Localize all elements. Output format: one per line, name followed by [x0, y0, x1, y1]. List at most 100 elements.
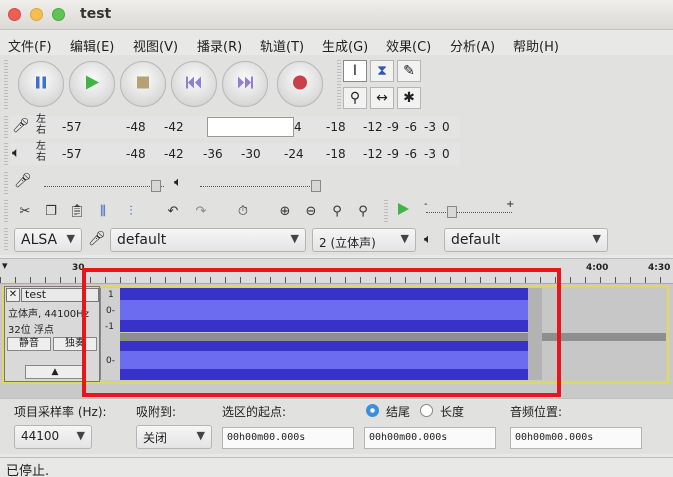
meter-tick: -36	[203, 147, 223, 161]
skip-to-start-button[interactable]	[171, 61, 217, 107]
snap-to-select[interactable]: 关闭 ▼	[136, 425, 212, 449]
track-close-button[interactable]: ✕	[6, 288, 20, 302]
close-window-button[interactable]	[8, 8, 21, 21]
meter-tick: -18	[326, 147, 346, 161]
play-speed-slider[interactable]	[426, 212, 512, 213]
tools-grip[interactable]	[337, 60, 341, 110]
record-meter[interactable]: 🎤︎ 左 右 -57 -48 -42 4 -18 -12 -9 -6 -3 0	[10, 115, 460, 138]
play-device-icon: 🔈︎	[424, 232, 432, 247]
clock-icon: ⏱	[237, 203, 249, 219]
menu-view[interactable]: 视图(V)	[133, 36, 178, 55]
play-at-speed-button[interactable]	[392, 200, 414, 222]
menu-edit[interactable]: 编辑(E)	[70, 36, 114, 55]
speaker-icon: 🔈︎	[12, 145, 21, 161]
double-arrow-icon: ↔	[376, 90, 388, 106]
record-volume-slider[interactable]	[44, 186, 164, 187]
project-rate-value: 44100	[21, 429, 60, 443]
silence-icon: ⫶	[129, 203, 133, 219]
copy-icon: ❐	[45, 203, 57, 219]
project-rate-select[interactable]: 44100 ▼	[14, 425, 92, 449]
meter-tick: -12	[363, 120, 383, 134]
play-device-select[interactable]: default ▼	[444, 228, 608, 252]
zoom-tool-button[interactable]: ⚲	[343, 87, 367, 109]
draw-tool-button[interactable]: ✎	[397, 60, 421, 82]
play-meter-grip[interactable]	[4, 143, 8, 165]
menu-file[interactable]: 文件(F)	[8, 36, 52, 55]
length-radio[interactable]	[420, 404, 433, 417]
skip-to-end-button[interactable]	[222, 61, 268, 107]
timeline-label: 4:30	[648, 263, 671, 273]
menu-transport[interactable]: 播录(R)	[197, 36, 242, 55]
device-toolbar-grip[interactable]	[4, 228, 8, 252]
zoom-in-button[interactable]: ⊕	[274, 200, 296, 222]
undo-button[interactable]: ↶	[162, 200, 184, 222]
cut-button[interactable]: ✂	[14, 200, 36, 222]
snap-to-value: 关闭	[143, 431, 168, 445]
chevron-down-icon: ▼	[66, 232, 75, 245]
edit-toolbar-grip[interactable]	[4, 200, 8, 222]
track-info-format: 立体声, 44100Hz	[8, 309, 89, 320]
audio-position-field[interactable]: 00h00m00.000s	[510, 427, 642, 449]
selection-tool-button[interactable]: I	[343, 60, 367, 82]
fit-selection-button[interactable]: ⚲	[326, 200, 348, 222]
chevron-down-icon: ▼	[592, 232, 601, 245]
play-volume-slider[interactable]	[200, 186, 320, 187]
length-radio-label: 长度	[440, 405, 465, 419]
envelope-tool-button[interactable]: ⧗	[370, 60, 394, 82]
meter-tick: -9	[387, 120, 399, 134]
meter-tick: -9	[387, 147, 399, 161]
record-device-select[interactable]: default ▼	[110, 228, 306, 252]
audio-host-value: ALSA	[21, 232, 58, 248]
selection-end-field[interactable]: 00h00m00.000s	[364, 427, 496, 449]
collapse-track-button[interactable]: ▲	[25, 365, 85, 379]
record-volume-thumb[interactable]	[150, 180, 161, 192]
paste-button[interactable]: 📋︎	[66, 200, 88, 222]
menu-effect[interactable]: 效果(C)	[386, 36, 431, 55]
menu-tracks[interactable]: 轨道(T)	[260, 36, 304, 55]
play-volume-icon: 🔈︎	[174, 175, 182, 190]
mixer-grip[interactable]	[4, 172, 8, 194]
stop-button[interactable]	[120, 61, 166, 107]
redo-button[interactable]: ↷	[190, 200, 212, 222]
channels-select[interactable]: 2 (立体声) ▼	[312, 228, 416, 252]
play-meter[interactable]: 🔈︎ 左 右 -57 -48 -42 -36 -30 -24 -18 -12 -…	[10, 142, 460, 165]
time-shift-tool-button[interactable]: ↔	[370, 87, 394, 109]
annotation-highlight-box	[82, 268, 561, 397]
snap-to-label: 吸附到:	[136, 405, 177, 419]
audio-host-select[interactable]: ALSA ▼	[14, 228, 82, 252]
meter-tick: 4	[294, 120, 302, 134]
play-volume-thumb[interactable]	[311, 180, 322, 192]
multi-tool-button[interactable]: ✱	[397, 87, 421, 109]
maximize-window-button[interactable]	[52, 8, 65, 21]
menu-help[interactable]: 帮助(H)	[513, 36, 559, 55]
selection-start-field[interactable]: 00h00m00.000s	[222, 427, 354, 449]
menu-generate[interactable]: 生成(G)	[322, 36, 368, 55]
copy-button[interactable]: ❐	[40, 200, 62, 222]
menu-analyze[interactable]: 分析(A)	[450, 36, 495, 55]
record-button[interactable]	[277, 61, 323, 107]
paste-icon: 📋︎	[68, 203, 86, 219]
record-channel-right: 右	[36, 125, 46, 136]
minimize-window-button[interactable]	[30, 8, 43, 21]
meter-tick: -6	[405, 147, 417, 161]
menu-bar: 文件(F) 编辑(E) 视图(V) 播录(R) 轨道(T) 生成(G) 效果(C…	[0, 31, 673, 55]
track-name: test	[25, 288, 47, 301]
pause-button[interactable]	[18, 61, 64, 107]
silence-button[interactable]: ⫶	[120, 200, 142, 222]
meter-tick: -42	[164, 147, 184, 161]
undo-icon: ↶	[167, 203, 179, 219]
play-device-value: default	[451, 232, 501, 248]
zoom-out-button[interactable]: ⊖	[300, 200, 322, 222]
play-button[interactable]	[69, 61, 115, 107]
skip-start-icon	[185, 76, 203, 93]
record-volume-icon: 🎤︎	[14, 173, 32, 189]
toolbar-grip[interactable]	[4, 60, 8, 110]
mute-button[interactable]: 静音	[7, 337, 51, 351]
play-speed-thumb[interactable]	[447, 206, 457, 218]
end-radio[interactable]	[366, 404, 379, 417]
sync-lock-button[interactable]: ⏱	[232, 200, 254, 222]
fit-project-button[interactable]: ⚲	[352, 200, 374, 222]
record-meter-grip[interactable]	[4, 116, 8, 138]
trim-button[interactable]: ⫼	[92, 200, 114, 222]
play-at-speed-grip[interactable]	[384, 200, 388, 222]
